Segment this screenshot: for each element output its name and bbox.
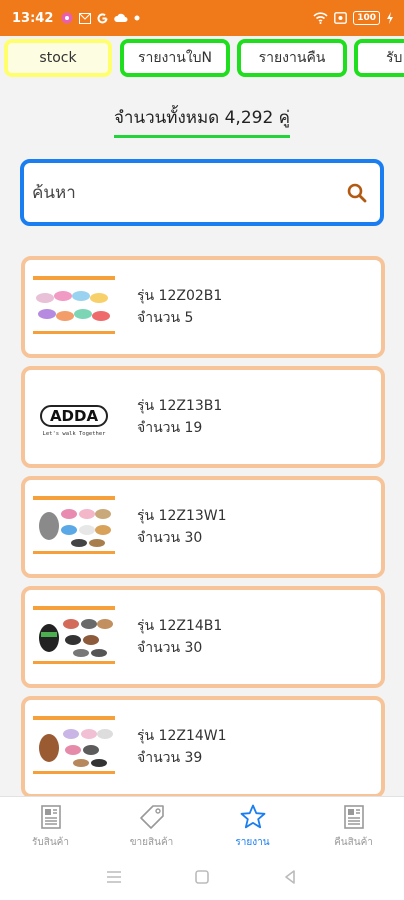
menu-icon[interactable] [105, 868, 123, 886]
item-model: รุ่น 12Z02B1 [137, 288, 223, 304]
list-item[interactable]: ADDA Let's walk Together รุ่น 12Z13B1 จำ… [21, 366, 385, 468]
charging-icon [387, 12, 393, 24]
product-thumbnail [33, 716, 115, 778]
tag-icon [139, 805, 164, 829]
newspaper-icon [40, 805, 61, 829]
nav-sell[interactable]: ขายสินค้า [101, 797, 202, 854]
list-item[interactable]: รุ่น 12Z02B1 จำนวน 5 [21, 256, 385, 358]
newspaper-icon [343, 805, 364, 829]
item-quantity: จำนวน 5 [137, 310, 194, 326]
total-count-text: จำนวนทั้งหมด 4,292 คู่ [113, 104, 291, 138]
item-quantity: จำนวน 39 [137, 750, 203, 766]
system-navigation [0, 854, 404, 900]
sandals-image-icon [33, 606, 115, 664]
bottom-navigation: รับสินค้า ขายสินค้า รายงาน คืนสินค้า [0, 796, 404, 854]
nav-label: คืนสินค้า [334, 837, 373, 848]
wifi-icon [313, 12, 328, 24]
item-quantity: จำนวน 19 [137, 420, 203, 436]
item-model: รุ่น 12Z14B1 [137, 618, 223, 634]
search-input[interactable] [32, 182, 346, 203]
nav-label: รายงาน [235, 837, 270, 848]
total-summary: จำนวนทั้งหมด 4,292 คู่ [0, 104, 404, 138]
tab-bar: stock รายงานใบN รายงานคืน รับ [0, 36, 404, 84]
nav-receive[interactable]: รับสินค้า [0, 797, 101, 854]
nav-label: รับสินค้า [32, 837, 69, 848]
home-icon[interactable] [193, 868, 211, 886]
status-bar: 13:42 100 [0, 0, 404, 36]
sandals-image-icon [33, 276, 115, 334]
tab-label: stock [39, 50, 77, 66]
search-icon[interactable] [346, 182, 368, 204]
star-icon [240, 804, 265, 829]
screen-record-icon [334, 12, 348, 24]
item-model: รุ่น 12Z13W1 [137, 508, 227, 524]
sandals-image-icon [33, 716, 115, 774]
app-notification-icon [61, 12, 73, 24]
nav-report[interactable]: รายงาน [202, 797, 303, 854]
nav-return[interactable]: คืนสินค้า [303, 797, 404, 854]
back-icon[interactable] [281, 868, 299, 886]
tab-receive[interactable]: รับ [354, 39, 404, 77]
item-quantity: จำนวน 30 [137, 530, 203, 546]
list-item[interactable]: รุ่น 12Z13W1 จำนวน 30 [21, 476, 385, 578]
adda-logo-icon: ADDA Let's walk Together [40, 405, 108, 437]
system-icons: 100 [313, 11, 394, 25]
tab-stock[interactable]: stock [4, 39, 112, 77]
item-model: รุ่น 12Z13B1 [137, 398, 223, 414]
google-icon [97, 12, 108, 23]
tab-label: รายงานใบN [137, 50, 213, 66]
sandals-image-icon [33, 496, 115, 554]
product-thumbnail: ADDA Let's walk Together [33, 386, 115, 448]
search-box [20, 159, 384, 226]
adda-logo-text: ADDA [50, 407, 99, 425]
list-item[interactable]: รุ่น 12Z14B1 จำนวน 30 [21, 586, 385, 688]
cloud-icon [114, 13, 128, 22]
tab-report-return[interactable]: รายงานคืน [237, 39, 347, 77]
item-quantity: จำนวน 30 [137, 640, 203, 656]
tab-label: รายงานคืน [258, 50, 326, 66]
product-list: รุ่น 12Z02B1 จำนวน 5 ADDA Let's walk Tog… [21, 256, 385, 796]
status-time: 13:42 [12, 10, 54, 26]
notification-icons [61, 12, 140, 24]
product-thumbnail [33, 606, 115, 668]
dot-icon [134, 15, 140, 21]
mail-icon [79, 12, 92, 24]
nav-label: ขายสินค้า [129, 837, 174, 848]
adda-logo-tagline: Let's walk Together [43, 431, 107, 437]
tab-label: รับ [386, 50, 403, 66]
item-model: รุ่น 12Z14W1 [137, 728, 227, 744]
list-item[interactable]: รุ่น 12Z14W1 จำนวน 39 [21, 696, 385, 796]
tab-report-n[interactable]: รายงานใบN [120, 39, 230, 77]
product-thumbnail [33, 276, 115, 338]
battery-icon: 100 [353, 11, 380, 25]
product-thumbnail [33, 496, 115, 558]
